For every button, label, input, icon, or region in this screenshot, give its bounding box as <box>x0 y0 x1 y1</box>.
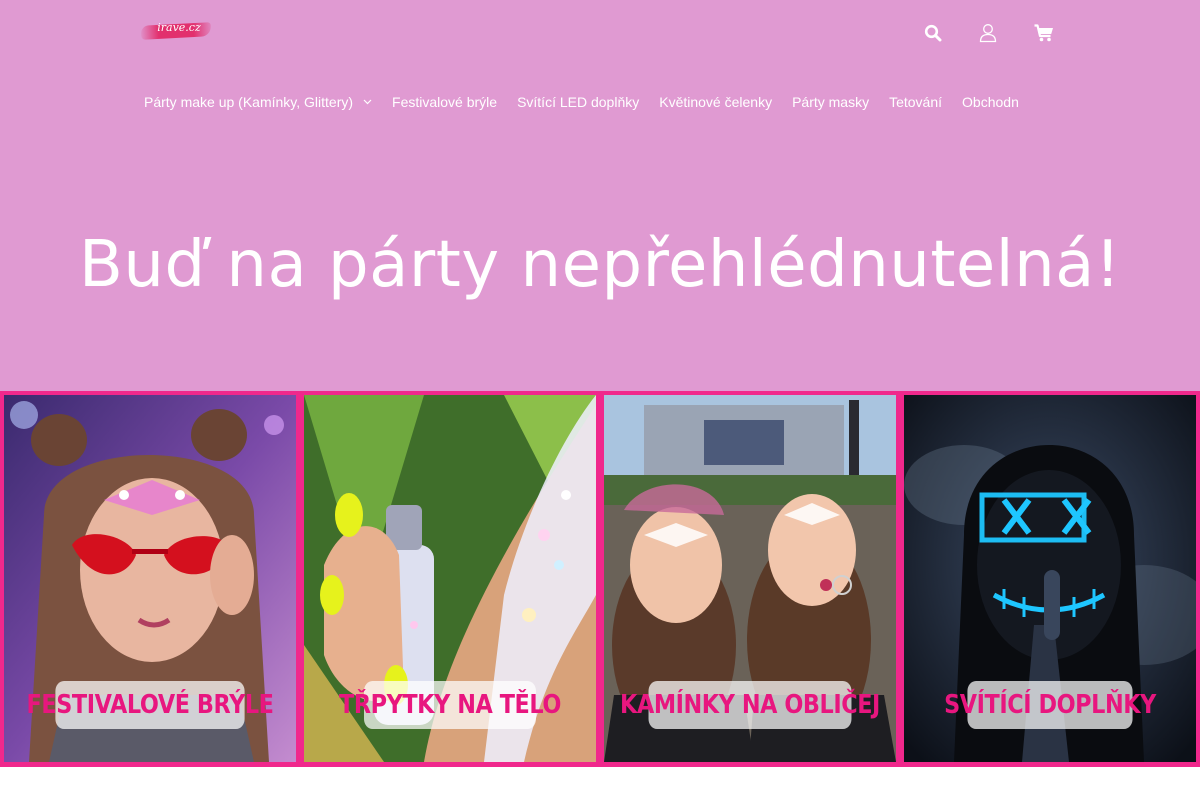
category-label: FESTIVALOVÉ BRÝLE <box>27 681 274 729</box>
category-label: TŘPYTKY NA TĚLO <box>339 681 561 729</box>
nav-item-label: Párty masky <box>792 94 870 110</box>
nav-item-label: Festivalové brýle <box>392 94 498 110</box>
nav-item-led-accessories[interactable]: Svítící LED doplňky <box>507 94 649 110</box>
nav-item-party-makeup[interactable]: Párty make up (Kamínky, Glittery) <box>134 94 382 110</box>
search-icon[interactable] <box>918 18 948 48</box>
nav-item-label: Párty make up (Kamínky, Glittery) <box>144 94 354 110</box>
chevron-down-icon[interactable] <box>363 99 372 105</box>
user-icon[interactable] <box>973 18 1003 48</box>
cart-icon[interactable] <box>1029 18 1059 48</box>
nav-item-tattoos[interactable]: Tetování <box>879 94 952 110</box>
category-tile-festival-glasses[interactable]: FESTIVALOVÉ BRÝLE <box>4 395 296 762</box>
main-navigation: Párty make up (Kamínky, Glittery) Festiv… <box>134 88 1029 116</box>
nav-item-label: Obchodn <box>962 94 1019 110</box>
nav-item-label: Tetování <box>889 94 943 110</box>
nav-item-festival-glasses[interactable]: Festivalové brýle <box>382 94 507 110</box>
category-tile-glowing-accessories[interactable]: SVÍTÍCÍ DOPLŇKY <box>904 395 1196 762</box>
category-tiles: FESTIVALOVÉ BRÝLE TŘPYTKY NA TĚLO KAMÍNK… <box>0 391 1200 767</box>
category-label: KAMÍNKY NA OBLIČEJ <box>620 681 880 729</box>
nav-item-label: Svítící LED doplňky <box>517 94 640 110</box>
hero-title: Buď na párty nepřehlédnutelná! <box>78 228 1122 302</box>
nav-item-label: Květinové čelenky <box>659 94 773 110</box>
logo-text: irave.cz <box>157 21 201 34</box>
nav-item-flower-headbands[interactable]: Květinové čelenky <box>649 94 782 110</box>
nav-item-shop[interactable]: Obchodn <box>952 94 1029 110</box>
category-tile-body-glitter[interactable]: TŘPYTKY NA TĚLO <box>304 395 596 762</box>
nav-item-party-masks[interactable]: Párty masky <box>782 94 879 110</box>
category-label: SVÍTÍCÍ DOPLŇKY <box>944 681 1156 729</box>
site-logo[interactable]: irave.cz <box>140 20 212 42</box>
header-hero-area: irave.cz Párty make up (Kamínky, Glitter… <box>0 0 1200 391</box>
category-tile-face-gems[interactable]: KAMÍNKY NA OBLIČEJ <box>604 395 896 762</box>
